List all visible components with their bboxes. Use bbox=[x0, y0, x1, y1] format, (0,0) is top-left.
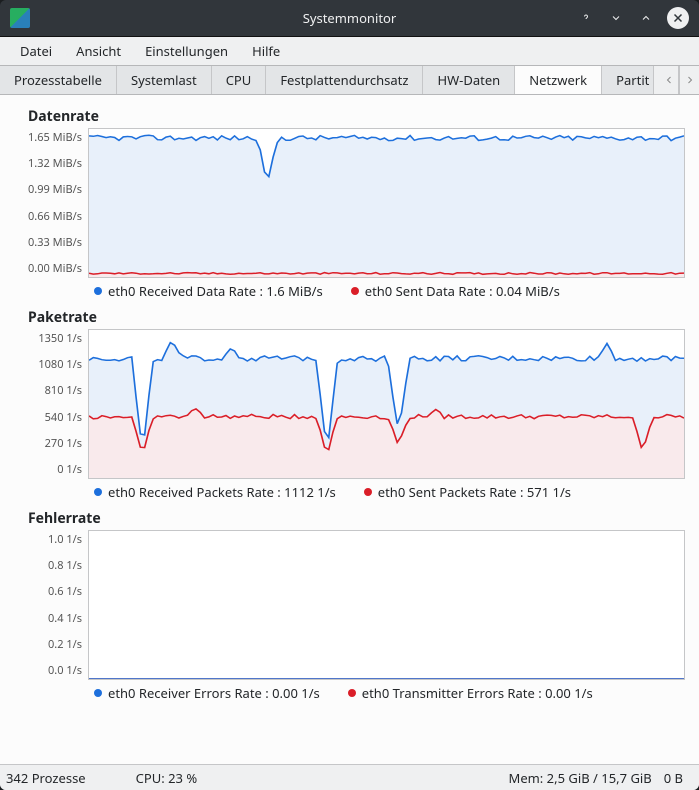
chart-title: Datenrate bbox=[28, 107, 685, 126]
tab-partit[interactable]: Partit bbox=[602, 66, 654, 94]
tab-cpu[interactable]: CPU bbox=[212, 66, 267, 94]
tab-prozesstabelle[interactable]: Prozesstabelle bbox=[0, 66, 117, 94]
tab-systemlast[interactable]: Systemlast bbox=[117, 66, 212, 94]
legend-recv: eth0 Received Packets Rate : 1112 1/s bbox=[94, 483, 336, 501]
plot-area bbox=[88, 329, 685, 479]
tabs-scroll-right[interactable] bbox=[679, 66, 699, 94]
y-tick: 0.33 MiB/s bbox=[28, 235, 82, 250]
y-axis: 1.65 MiB/s 1.32 MiB/s 0.99 MiB/s 0.66 MiB/s… bbox=[14, 128, 88, 278]
minimize-icon[interactable] bbox=[607, 9, 625, 27]
legend-sent-label: eth0 Transmitter Errors Rate : 0.00 1/s bbox=[362, 684, 593, 702]
legend-recv: eth0 Received Data Rate : 1.6 MiB/s bbox=[94, 282, 323, 300]
y-tick: 0.2 1/s bbox=[48, 637, 82, 652]
titlebar[interactable]: Systemmonitor bbox=[0, 0, 699, 36]
legend: eth0 Receiver Errors Rate : 0.00 1/s eth… bbox=[94, 684, 685, 702]
app-icon bbox=[10, 8, 30, 28]
y-tick: 0.99 MiB/s bbox=[28, 182, 82, 197]
legend-recv-label: eth0 Received Data Rate : 1.6 MiB/s bbox=[108, 282, 323, 300]
tab-hw-daten[interactable]: HW-Daten bbox=[423, 66, 515, 94]
status-cpu: CPU: 23 % bbox=[136, 769, 198, 787]
status-mem: Mem: 2,5 GiB / 15,7 GiB bbox=[509, 769, 652, 787]
chart-title: Paketrate bbox=[28, 308, 685, 327]
legend-recv-label: eth0 Received Packets Rate : 1112 1/s bbox=[108, 483, 336, 501]
y-tick: 540 1/s bbox=[45, 410, 82, 425]
tabs-scroll: ProzesstabelleSystemlastCPUFestplattendu… bbox=[0, 66, 659, 94]
client-area: Datei Ansicht Einstellungen Hilfe Prozes… bbox=[0, 36, 699, 790]
y-tick: 810 1/s bbox=[45, 383, 82, 398]
menu-einstellungen[interactable]: Einstellungen bbox=[133, 37, 240, 65]
legend-sent-label: eth0 Sent Packets Rate : 571 1/s bbox=[378, 483, 571, 501]
legend-sent: eth0 Sent Packets Rate : 571 1/s bbox=[364, 483, 571, 501]
y-tick: 0.8 1/s bbox=[48, 558, 82, 573]
chart-fehlerrate: Fehlerrate 1.0 1/s 0.8 1/s 0.6 1/s 0.4 1/s 0… bbox=[14, 509, 685, 702]
legend-recv: eth0 Receiver Errors Rate : 0.00 1/s bbox=[94, 684, 320, 702]
window: Systemmonitor Datei Ansicht Einstellunge… bbox=[0, 0, 699, 790]
status-processes: 342 Prozesse bbox=[6, 769, 86, 787]
y-tick: 0.66 MiB/s bbox=[28, 209, 82, 224]
y-tick: 1.32 MiB/s bbox=[28, 156, 82, 171]
y-tick: 270 1/s bbox=[45, 436, 82, 451]
chart-paketrate: Paketrate 1350 1/s 1080 1/s 810 1/s 540 1/s… bbox=[14, 308, 685, 501]
y-axis: 1.0 1/s 0.8 1/s 0.6 1/s 0.4 1/s 0.2 1/s 0.0 1… bbox=[14, 530, 88, 680]
y-axis: 1350 1/s 1080 1/s 810 1/s 540 1/s 270 1/s 0 1… bbox=[14, 329, 88, 479]
plot-area bbox=[88, 128, 685, 278]
statusbar: 342 Prozesse CPU: 23 % Mem: 2,5 GiB / 15… bbox=[0, 764, 699, 790]
help-icon[interactable] bbox=[577, 9, 595, 27]
legend-sent-label: eth0 Sent Data Rate : 0.04 MiB/s bbox=[365, 282, 560, 300]
tab-netzwerk[interactable]: Netzwerk bbox=[515, 66, 602, 94]
plot-area bbox=[88, 530, 685, 680]
legend-recv-label: eth0 Receiver Errors Rate : 0.00 1/s bbox=[108, 684, 320, 702]
tab-festplattendurchsatz[interactable]: Festplattendurchsatz bbox=[266, 66, 423, 94]
menu-datei[interactable]: Datei bbox=[8, 37, 64, 65]
tabs-row: ProzesstabelleSystemlastCPUFestplattendu… bbox=[0, 65, 699, 95]
y-tick: 0.0 1/s bbox=[48, 663, 82, 678]
close-icon[interactable] bbox=[667, 7, 689, 29]
y-tick: 0.4 1/s bbox=[48, 611, 82, 626]
y-tick: 0.6 1/s bbox=[48, 584, 82, 599]
menu-ansicht[interactable]: Ansicht bbox=[64, 37, 133, 65]
y-tick: 0 1/s bbox=[57, 462, 82, 477]
tabs-scroll-left[interactable] bbox=[659, 66, 679, 94]
maximize-icon[interactable] bbox=[637, 9, 655, 27]
legend-sent: eth0 Sent Data Rate : 0.04 MiB/s bbox=[351, 282, 560, 300]
chart-datenrate: Datenrate 1.65 MiB/s 1.32 MiB/s 0.99 MiB/s… bbox=[14, 107, 685, 300]
y-tick: 1.65 MiB/s bbox=[28, 130, 82, 145]
menubar: Datei Ansicht Einstellungen Hilfe bbox=[0, 37, 699, 65]
chart-title: Fehlerrate bbox=[28, 509, 685, 528]
y-tick: 1.0 1/s bbox=[48, 532, 82, 547]
y-tick: 1350 1/s bbox=[38, 331, 82, 346]
legend: eth0 Received Packets Rate : 1112 1/s et… bbox=[94, 483, 685, 501]
legend-sent: eth0 Transmitter Errors Rate : 0.00 1/s bbox=[348, 684, 593, 702]
y-tick: 1080 1/s bbox=[38, 357, 82, 372]
legend: eth0 Received Data Rate : 1.6 MiB/s eth0… bbox=[94, 282, 685, 300]
y-tick: 0.00 MiB/s bbox=[28, 261, 82, 276]
content: Datenrate 1.65 MiB/s 1.32 MiB/s 0.99 MiB/s… bbox=[0, 95, 699, 764]
status-swap: 0 B bbox=[664, 769, 683, 787]
menu-hilfe[interactable]: Hilfe bbox=[240, 37, 292, 65]
